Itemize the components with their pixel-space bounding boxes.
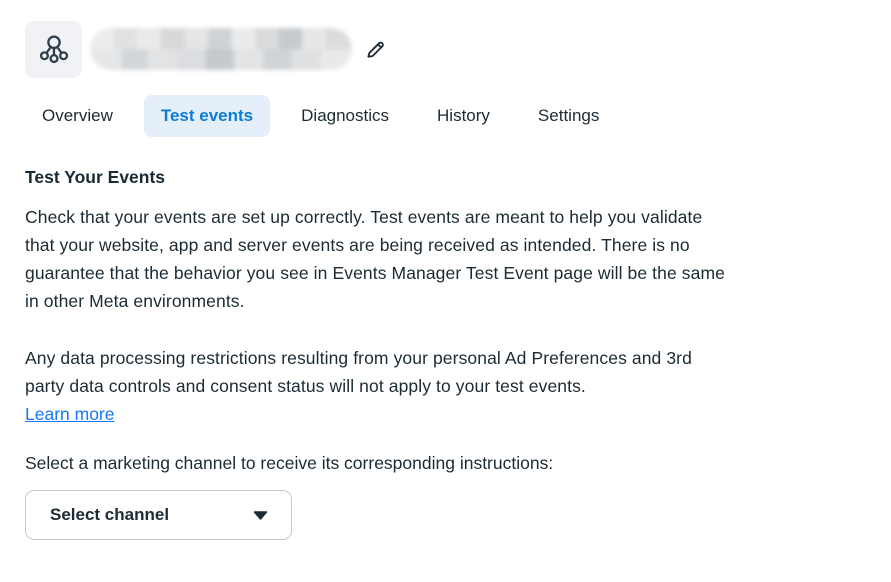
caret-down-icon <box>253 511 268 520</box>
events-manager-test-events-page: Overview Test events Diagnostics History… <box>0 0 891 582</box>
tab-test-events[interactable]: Test events <box>144 95 270 137</box>
tab-overview[interactable]: Overview <box>25 95 130 137</box>
tab-settings[interactable]: Settings <box>521 95 616 137</box>
page-title: Test Your Events <box>25 167 866 188</box>
select-channel-dropdown[interactable]: Select channel <box>25 490 292 540</box>
dropdown-selected-value: Select channel <box>50 505 169 525</box>
channel-select-label: Select a marketing channel to receive it… <box>25 449 866 477</box>
edit-dataset-name-button[interactable] <box>364 38 387 61</box>
pencil-icon <box>364 38 387 61</box>
paragraph-line: Any data processing restrictions resulti… <box>25 344 866 372</box>
restrictions-paragraph: Any data processing restrictions resulti… <box>25 344 866 428</box>
dataset-icon-box <box>25 21 82 78</box>
hierarchy-icon <box>37 32 71 66</box>
learn-more-link[interactable]: Learn more <box>25 400 115 428</box>
tab-diagnostics[interactable]: Diagnostics <box>284 95 406 137</box>
paragraph-line: in other Meta environments. <box>25 287 866 315</box>
dataset-header <box>25 20 866 78</box>
test-events-content: Test Your Events Check that your events … <box>25 167 866 540</box>
intro-paragraph: Check that your events are set up correc… <box>25 203 866 315</box>
tab-history[interactable]: History <box>420 95 507 137</box>
paragraph-line: Check that your events are set up correc… <box>25 203 866 231</box>
dataset-name-redacted <box>90 28 352 70</box>
paragraph-line: party data controls and consent status w… <box>25 372 866 400</box>
tab-bar: Overview Test events Diagnostics History… <box>25 95 866 137</box>
paragraph-line: that your website, app and server events… <box>25 231 866 259</box>
paragraph-line: guarantee that the behavior you see in E… <box>25 259 866 287</box>
